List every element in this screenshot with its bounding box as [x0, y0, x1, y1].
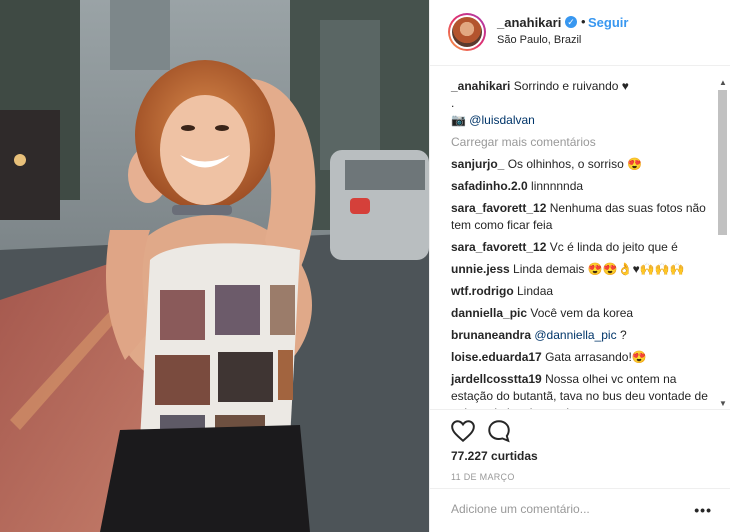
scrollbar-thumb[interactable] [718, 90, 727, 235]
comment: safadinho.2.0 linnnnnda [451, 178, 711, 195]
comment-mention[interactable]: @danniella_pic [534, 328, 616, 342]
instagram-post: _anahikari ✓ • Seguir São Paulo, Brazil … [0, 0, 730, 532]
verified-badge-icon: ✓ [565, 16, 577, 28]
comment: danniella_pic Você vem da korea [451, 305, 711, 322]
speech-bubble-icon[interactable] [486, 418, 512, 444]
comment-text: Gata arrasando!😍 [545, 350, 647, 364]
comment-username[interactable]: safadinho.2.0 [451, 179, 528, 193]
comment-text: linnnnnda [531, 179, 584, 193]
scroll-down-arrow-icon[interactable]: ▼ [719, 399, 727, 408]
header-username[interactable]: _anahikari [497, 15, 561, 30]
comment-text: Linda demais 😍😍👌♥🙌🙌🙌 [513, 262, 685, 276]
location-link[interactable]: São Paulo, Brazil [497, 34, 581, 46]
comment: unnie.jess Linda demais 😍😍👌♥🙌🙌🙌 [451, 261, 711, 278]
post-side-panel: _anahikari ✓ • Seguir São Paulo, Brazil … [429, 0, 730, 532]
comment-username[interactable]: sanjurjo_ [451, 157, 504, 171]
comment-text: ? [616, 328, 627, 342]
comments-list[interactable]: _anahikari Sorrindo e ruivando ♥ . 📷 @lu… [430, 66, 730, 409]
comment-username[interactable]: jardellcosstta19 [451, 372, 542, 386]
add-comment-bar: ••• [430, 488, 730, 532]
comment-username[interactable]: danniella_pic [451, 306, 527, 320]
comment-text: Vc é linda do jeito que é [549, 240, 678, 254]
comment: jardellcosstta19 Nossa olhei vc ontem na… [451, 371, 711, 409]
heart-outline-icon[interactable] [450, 418, 476, 444]
comment-username[interactable]: sara_favorett_12 [451, 201, 546, 215]
post-photo[interactable] [0, 0, 429, 532]
comment-username[interactable]: brunaneandra [451, 328, 531, 342]
comment: sanjurjo_ Os olhinhos, o sorriso 😍 [451, 156, 711, 173]
comment: brunaneandra @danniella_pic ? [451, 327, 711, 344]
comment: sara_favorett_12 Vc é linda do jeito que… [451, 239, 711, 256]
caption: _anahikari Sorrindo e ruivando ♥ . 📷 @lu… [451, 78, 711, 129]
comment-username[interactable]: sara_favorett_12 [451, 240, 546, 254]
post-photo-illustration [0, 0, 429, 532]
comment-username[interactable]: loise.eduarda17 [451, 350, 542, 364]
comment-username[interactable]: wtf.rodrigo [451, 284, 514, 298]
comment-text: Os olhinhos, o sorriso 😍 [507, 157, 643, 171]
caption-text: Sorrindo e ruivando ♥ [513, 79, 629, 93]
separator-dot: • [581, 14, 586, 29]
scroll-up-arrow-icon[interactable]: ▲ [719, 78, 727, 87]
comment-text: Você vem da korea [530, 306, 634, 320]
avatar[interactable] [448, 13, 486, 51]
more-options-icon[interactable]: ••• [694, 502, 712, 518]
comment-username[interactable]: unnie.jess [451, 262, 510, 276]
camera-emoji: 📷 [451, 113, 466, 127]
post-date: 11 DE MARÇO [451, 472, 515, 482]
caption-username[interactable]: _anahikari [451, 79, 510, 93]
comment: loise.eduarda17 Gata arrasando!😍 [451, 349, 711, 366]
load-more-comments-button[interactable]: Carregar mais comentários [451, 134, 711, 151]
comment-input[interactable] [451, 502, 681, 516]
caption-mention[interactable]: @luisdalvan [469, 113, 535, 127]
comments-scrollbar[interactable]: ▲ ▼ [717, 78, 728, 408]
caption-line: . [451, 96, 455, 110]
likes-count[interactable]: 77.227 curtidas [451, 449, 538, 463]
follow-button[interactable]: Seguir [588, 15, 628, 30]
comment: sara_favorett_12 Nenhuma das suas fotos … [451, 200, 711, 234]
comment-text: Lindaa [517, 284, 554, 298]
post-header: _anahikari ✓ • Seguir São Paulo, Brazil [430, 0, 730, 66]
comment: wtf.rodrigo Lindaa [451, 283, 711, 300]
